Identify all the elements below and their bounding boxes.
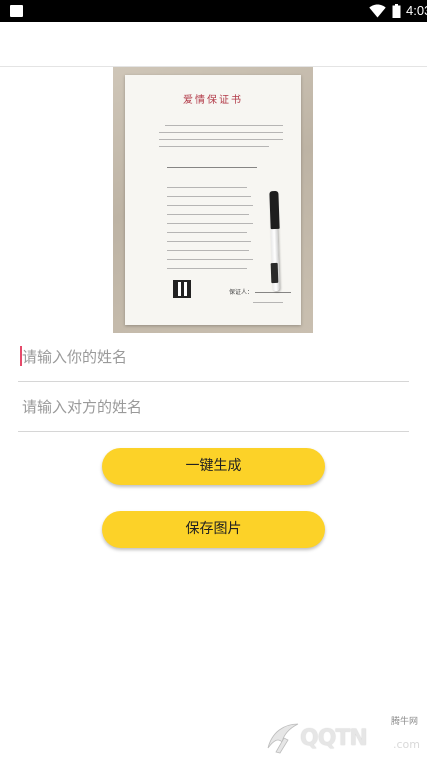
watermark-logo-icon	[267, 723, 299, 754]
notification-icon	[10, 5, 23, 17]
watermark-site-name: 腾牛网	[391, 717, 419, 727]
save-image-button[interactable]: 保存图片	[102, 511, 325, 548]
their-name-input[interactable]	[18, 385, 409, 429]
your-name-underline	[18, 381, 409, 382]
their-name-field[interactable]	[18, 385, 409, 429]
paper-text-line	[167, 250, 249, 251]
paper-text-line	[159, 132, 283, 133]
app-bar	[0, 22, 427, 66]
your-name-input[interactable]	[18, 335, 409, 379]
watermark-domain: .com	[393, 738, 420, 751]
paper-text-line	[167, 196, 251, 197]
battery-icon	[392, 4, 401, 18]
paper-text-line	[167, 268, 247, 269]
your-name-field[interactable]	[18, 335, 409, 379]
paper-text-line	[167, 214, 249, 215]
certificate-photo: 爱情保证书 保证人：	[113, 67, 313, 333]
paper-text-line	[167, 205, 253, 206]
paper-date-line	[253, 302, 283, 303]
paper-handwriting-line	[255, 292, 291, 293]
qr-code	[173, 280, 191, 298]
paper-text-line	[167, 241, 251, 242]
status-time: 4:03	[406, 3, 427, 18]
their-name-underline	[18, 431, 409, 432]
pen-grip	[270, 262, 279, 284]
paper-text-line	[159, 146, 269, 147]
pen-cap	[269, 190, 280, 230]
paper-text-line	[167, 187, 247, 188]
paper-text-line	[167, 232, 247, 233]
watermark-brand: QQTN	[300, 726, 368, 751]
paper-text-line	[165, 125, 283, 126]
paper-text-line	[167, 223, 253, 224]
wifi-icon	[369, 4, 386, 18]
paper-handwriting-line	[167, 167, 257, 168]
paper-text-line	[167, 259, 253, 260]
certificate-title: 爱情保证书	[183, 95, 243, 106]
status-bar: 4:03	[0, 0, 427, 22]
text-cursor	[20, 346, 22, 366]
paper-text-line	[159, 139, 283, 140]
certificate-signature: 保证人：	[229, 289, 254, 296]
generate-button[interactable]: 一键生成	[102, 448, 325, 485]
